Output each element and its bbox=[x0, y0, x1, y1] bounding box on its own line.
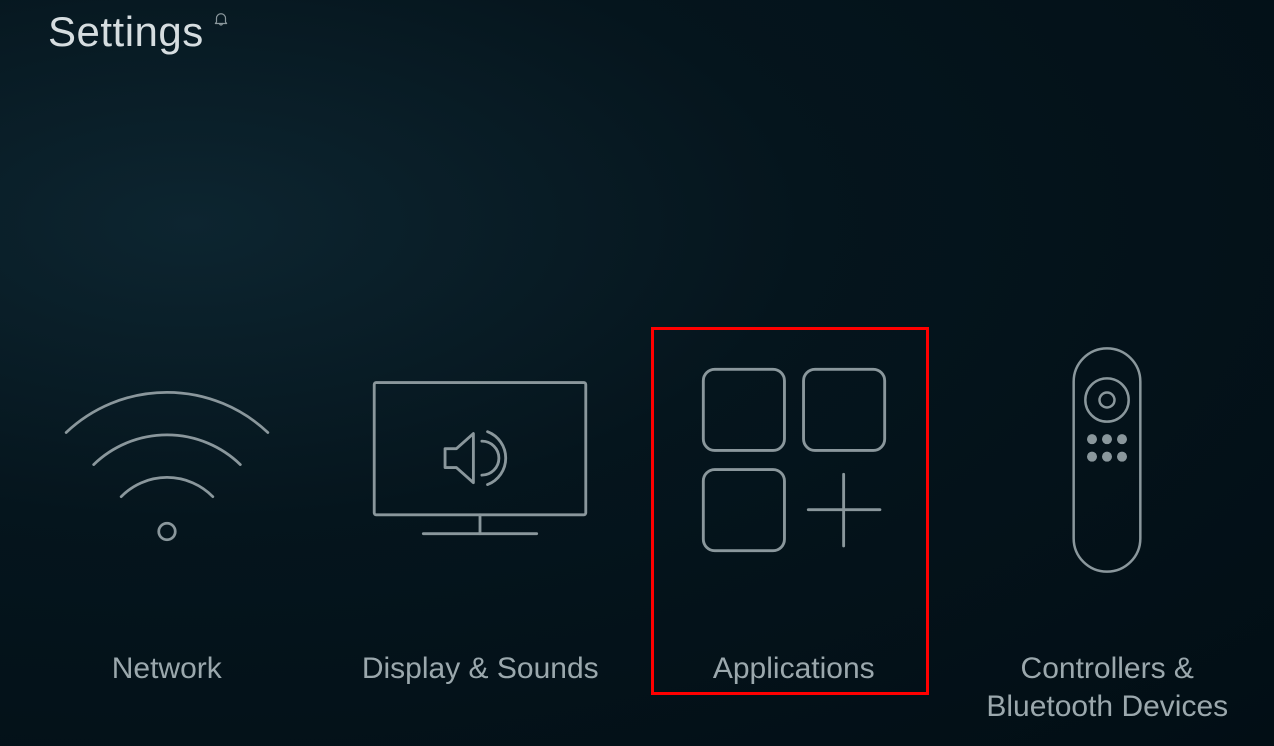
tile-label-applications: Applications bbox=[713, 650, 875, 688]
wifi-icon bbox=[17, 320, 317, 600]
tile-label-network: Network bbox=[112, 650, 222, 688]
bell-icon[interactable] bbox=[212, 10, 230, 28]
tile-label-controllers: Controllers & Bluetooth Devices bbox=[967, 650, 1247, 725]
tile-applications[interactable]: Applications bbox=[644, 320, 944, 688]
page-title: Settings bbox=[48, 8, 204, 56]
tile-display-sounds[interactable]: Display & Sounds bbox=[330, 320, 630, 688]
apps-icon bbox=[644, 320, 944, 600]
remote-icon bbox=[957, 320, 1257, 600]
settings-carousel: Network Display & Sounds bbox=[0, 320, 1274, 725]
tile-network[interactable]: Network bbox=[17, 320, 317, 688]
display-sound-icon bbox=[330, 320, 630, 600]
header: Settings bbox=[48, 8, 230, 56]
tile-controllers[interactable]: Controllers & Bluetooth Devices bbox=[957, 320, 1257, 725]
tile-label-display: Display & Sounds bbox=[362, 650, 599, 688]
